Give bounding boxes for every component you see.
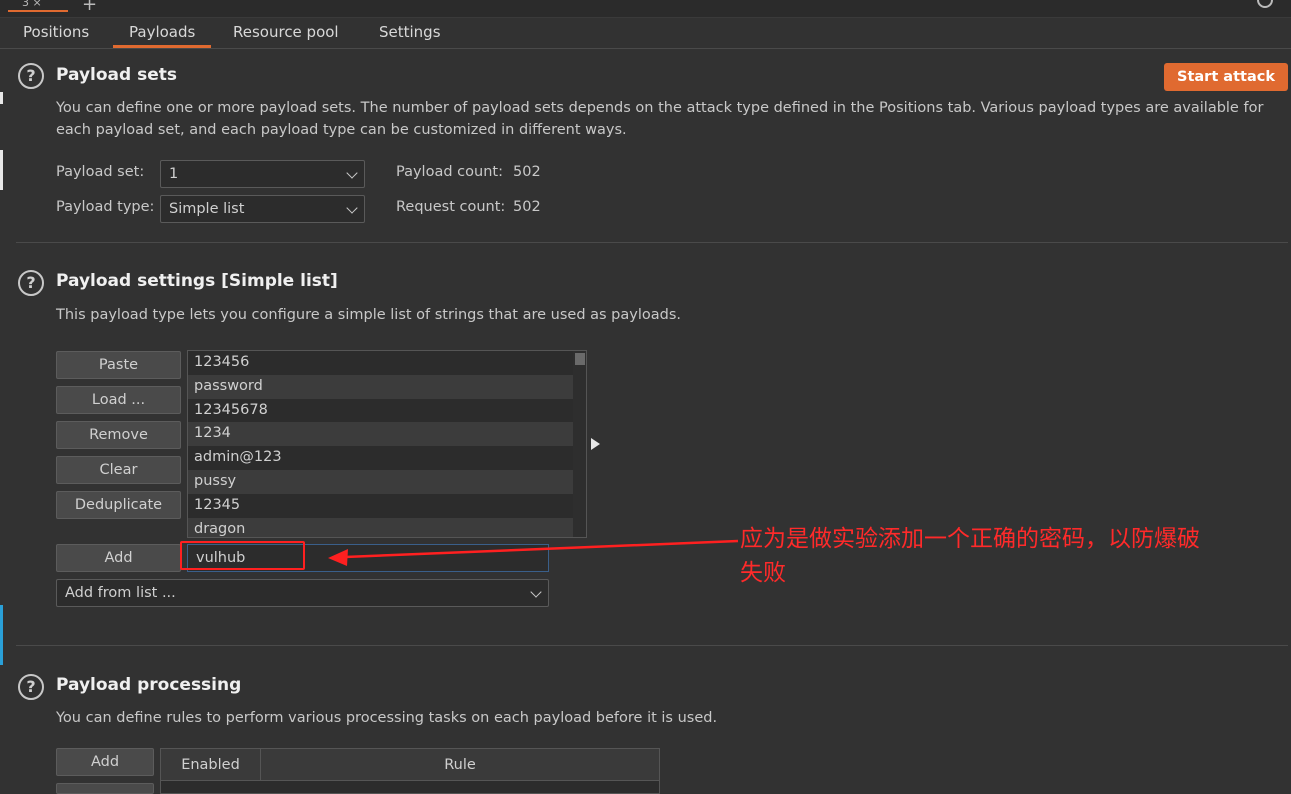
tab-bar: Positions Payloads Resource pool Setting… <box>0 18 1291 49</box>
chevron-down-icon <box>530 586 542 598</box>
list-item[interactable]: 1234 <box>188 422 574 447</box>
left-edge-mark <box>0 150 3 190</box>
processing-edit-button[interactable] <box>56 783 154 794</box>
payload-type-select[interactable]: Simple list <box>160 195 365 223</box>
add-from-list-select[interactable]: Add from list ... <box>56 579 549 607</box>
payload-set-select[interactable]: 1 <box>160 160 365 188</box>
payload-processing-description: You can define rules to perform various … <box>56 710 718 726</box>
left-edge-mark <box>0 92 3 104</box>
start-attack-button[interactable]: Start attack <box>1164 63 1288 91</box>
expand-arrow-icon[interactable] <box>591 438 600 450</box>
divider <box>16 242 1288 243</box>
list-item[interactable]: admin@123 <box>188 446 574 470</box>
list-item[interactable]: password <box>188 374 574 399</box>
list-item[interactable]: 123456 <box>188 351 574 375</box>
help-icon[interactable]: ? <box>18 270 44 296</box>
help-icon[interactable]: ? <box>18 674 44 700</box>
payload-settings-title: Payload settings [Simple list] <box>56 271 338 291</box>
payload-sets-title: Payload sets <box>56 65 177 85</box>
clear-button[interactable]: Clear <box>56 456 181 484</box>
table-header: Enabled Rule <box>161 749 659 781</box>
remove-button[interactable]: Remove <box>56 421 181 449</box>
annotation-text: 应为是做实验添加一个正确的密码，以防爆破 失败 <box>740 526 1200 586</box>
payload-settings-description: This payload type lets you configure a s… <box>56 307 682 323</box>
chevron-down-icon <box>346 167 358 179</box>
tab-resource-pool[interactable]: Resource pool <box>217 18 355 48</box>
payload-type-label: Payload type: <box>56 199 155 215</box>
paste-button[interactable]: Paste <box>56 351 181 379</box>
deduplicate-button[interactable]: Deduplicate <box>56 491 181 519</box>
tab-settings[interactable]: Settings <box>363 18 457 48</box>
left-edge-mark <box>0 605 3 665</box>
top-strip: 3 × + <box>0 0 1291 18</box>
annotation-highlight-box <box>180 541 305 570</box>
load-button[interactable]: Load ... <box>56 386 181 414</box>
attack-tab[interactable]: 3 × <box>8 0 68 12</box>
add-button[interactable]: Add <box>56 544 181 572</box>
payload-count-value: 502 <box>513 164 541 180</box>
list-item[interactable]: 12345 <box>188 494 574 518</box>
chevron-down-icon <box>346 202 358 214</box>
divider <box>16 645 1288 646</box>
payload-list[interactable]: 123456 password 12345678 1234 admin@123 … <box>187 350 587 538</box>
processing-add-button[interactable]: Add <box>56 748 154 776</box>
payload-set-label: Payload set: <box>56 164 145 180</box>
search-icon[interactable] <box>1257 0 1273 8</box>
list-scrollbar[interactable] <box>573 351 586 537</box>
request-count-label: Request count: <box>396 199 506 215</box>
payload-count-label: Payload count: <box>396 164 503 180</box>
tab-positions[interactable]: Positions <box>7 18 105 48</box>
payload-sets-description: You can define one or more payload sets.… <box>56 100 1264 138</box>
column-rule[interactable]: Rule <box>261 749 659 781</box>
scroll-thumb[interactable] <box>575 353 585 365</box>
payload-processing-title: Payload processing <box>56 675 242 695</box>
list-item[interactable]: pussy <box>188 469 574 494</box>
request-count-value: 502 <box>513 199 541 215</box>
list-item[interactable]: 12345678 <box>188 399 574 423</box>
tab-payloads[interactable]: Payloads <box>113 18 212 48</box>
column-enabled[interactable]: Enabled <box>161 749 261 781</box>
help-icon[interactable]: ? <box>18 63 44 89</box>
list-item[interactable]: dragon <box>188 517 574 537</box>
processing-rules-table: Enabled Rule <box>160 748 660 794</box>
new-tab-icon[interactable]: + <box>82 0 97 15</box>
